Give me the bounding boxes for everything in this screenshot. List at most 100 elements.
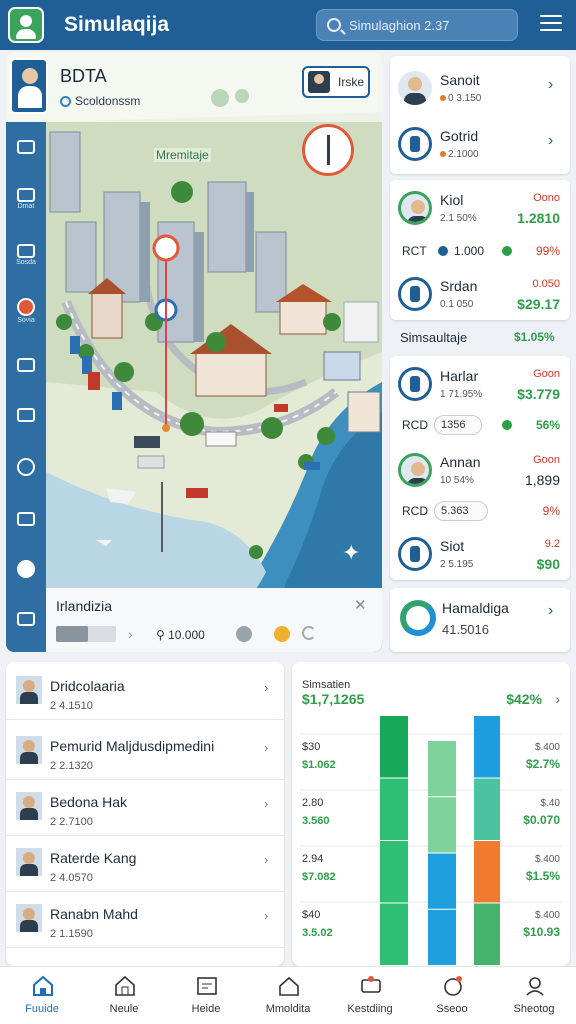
bar-segment[interactable] xyxy=(428,909,456,965)
list-item-name: Bedona Hak xyxy=(50,794,128,810)
rail-item-settings[interactable] xyxy=(10,552,42,586)
building-icon xyxy=(115,975,135,996)
nav-item-sheotog[interactable]: Sheotog xyxy=(494,967,574,1024)
bar-segment[interactable] xyxy=(474,716,500,778)
rail-item-cards[interactable] xyxy=(10,398,42,432)
list-item-name: Raterde Kang xyxy=(50,850,137,866)
nav-label: Fuuide xyxy=(25,1003,59,1015)
row-label: $30 xyxy=(302,741,320,753)
list-item[interactable]: Kiol 2.1 50% Oono 1.2810 xyxy=(390,182,570,234)
list-item[interactable]: Siot 2 5.195 9.2 $90 xyxy=(390,528,570,580)
loading-icon xyxy=(302,626,316,640)
list-item[interactable]: Pemurid Maljdusdipmedini 2 2.1320 › xyxy=(6,724,284,780)
nav-item-sseoo[interactable]: Sseoo xyxy=(412,967,492,1024)
logo-icon[interactable] xyxy=(8,7,44,43)
list-item[interactable]: Gotrid 2.1000 › xyxy=(390,118,570,170)
bar-segment[interactable] xyxy=(380,778,408,841)
stat-row: RCT 1.000 99% xyxy=(390,232,570,272)
list-item[interactable]: Srdan 0.1 050 0.050 $29.17 xyxy=(390,268,570,320)
chat-icon xyxy=(17,140,35,154)
chevron-right-icon[interactable]: › xyxy=(548,76,553,94)
stat-pill[interactable]: 1356 xyxy=(434,415,482,435)
bar-segment[interactable] xyxy=(380,841,408,903)
item-value: 1,899 xyxy=(524,472,560,488)
bar-segment[interactable] xyxy=(380,716,408,778)
bar-segment[interactable] xyxy=(428,797,456,853)
bar-segment[interactable] xyxy=(428,741,456,797)
nav-item-neule[interactable]: Neule xyxy=(84,967,164,1024)
chart-headline: $1,7,1265 xyxy=(302,691,364,707)
bar-segment[interactable] xyxy=(428,853,456,909)
row-value-right: $0.070 xyxy=(523,813,560,827)
list-item[interactable]: Ranabn Mahd 2 1.1590 › xyxy=(6,892,284,948)
search-input[interactable]: Simulaghion 2.37 xyxy=(349,18,449,33)
section-value: $1.05% xyxy=(514,330,555,344)
bar-segment[interactable] xyxy=(474,778,500,841)
brand-icon xyxy=(398,277,432,311)
trend-icon xyxy=(502,246,512,256)
bar-segment[interactable] xyxy=(474,841,500,903)
chevron-right-icon[interactable]: › xyxy=(264,740,268,755)
chevron-right-icon[interactable]: › xyxy=(128,626,133,642)
rail-item-sosda[interactable]: Sosda xyxy=(10,238,42,272)
stat-row: RCD 5.363 9% xyxy=(390,492,570,532)
chevron-right-icon[interactable]: › xyxy=(264,852,268,867)
list-item[interactable]: Bedona Hak 2 2.7100 › xyxy=(6,780,284,836)
menu-icon[interactable] xyxy=(540,15,562,33)
stat-label: RCT xyxy=(402,244,427,258)
list-item-sub: 2 4.1510 xyxy=(50,700,93,712)
chevron-right-icon[interactable]: › xyxy=(548,132,553,150)
avatar xyxy=(16,676,42,704)
stat-label: RCD xyxy=(402,504,428,518)
list-item[interactable]: Annan 10 54% Goon 1,899 xyxy=(390,444,570,496)
cancel-icon[interactable] xyxy=(236,626,252,642)
bar-segment[interactable] xyxy=(474,903,500,966)
row-value: 3.5.02 xyxy=(302,927,333,939)
rail-item-sovia[interactable]: Sovia xyxy=(10,294,42,328)
rail-item-dmat[interactable]: Dmat xyxy=(10,182,42,216)
rail-item-check[interactable] xyxy=(10,450,42,484)
item-sub: 2.1 50% xyxy=(440,213,477,224)
rail-item-chat[interactable] xyxy=(10,130,42,164)
brand-icon xyxy=(398,537,432,571)
list-item[interactable]: Harlar 1 71.95% Goon $3.779 xyxy=(390,358,570,410)
close-icon[interactable]: ✕ xyxy=(354,596,367,614)
item-sub: 1 71.95% xyxy=(440,389,483,400)
chevron-right-icon[interactable]: › xyxy=(264,796,268,811)
gear-icon xyxy=(17,560,35,578)
location-badge[interactable]: Irske xyxy=(302,66,370,98)
item-delta: Goon xyxy=(533,454,560,466)
profile-subtitle-text: Scoldonssm xyxy=(75,94,141,108)
rail-item-calendar[interactable] xyxy=(10,602,42,636)
chevron-right-icon[interactable]: › xyxy=(548,602,553,620)
nav-item-mmoldita[interactable]: Mmoldita xyxy=(248,967,328,1024)
chart-headline-right: $42% xyxy=(506,691,542,707)
list-item[interactable]: Dridcolaaria 2 4.1510 › xyxy=(6,664,284,720)
row-value-right: $10.93 xyxy=(523,925,560,939)
home-icon xyxy=(33,975,53,996)
avatar xyxy=(16,848,42,876)
item-delta: Oono xyxy=(533,192,560,204)
rail-item-upload[interactable] xyxy=(10,348,42,382)
check-icon xyxy=(17,458,35,476)
avatar[interactable] xyxy=(10,58,48,114)
stat-percent: 99% xyxy=(535,244,560,258)
nav-label: Neule xyxy=(109,1003,139,1015)
chevron-right-icon[interactable]: › xyxy=(264,680,268,695)
summary-card[interactable]: Hamaldiga 41.5016 › xyxy=(390,588,570,652)
nav-item-heide[interactable]: Heide xyxy=(166,967,246,1024)
nav-item-home[interactable]: Fuuide xyxy=(2,967,82,1024)
bar-segment[interactable] xyxy=(380,903,408,966)
search-field[interactable]: Simulaghion 2.37 xyxy=(316,9,518,41)
chevron-right-icon[interactable]: › xyxy=(264,908,268,923)
sparkle-icon: ✦ xyxy=(342,540,361,565)
list-item[interactable]: Sanoit 0 3.150 › xyxy=(390,62,570,114)
rail-item-book[interactable] xyxy=(10,502,42,536)
list-item-name: Dridcolaaria xyxy=(50,678,125,694)
stat-pill[interactable]: 5.363 xyxy=(434,501,488,521)
list-item[interactable]: Raterde Kang 2 4.0570 › xyxy=(6,836,284,892)
nav-item-kestdiing[interactable]: Kestdiing xyxy=(330,967,410,1024)
shield-icon xyxy=(17,298,35,316)
compass-icon[interactable] xyxy=(302,124,354,176)
user-thumbnail-icon xyxy=(308,71,330,93)
